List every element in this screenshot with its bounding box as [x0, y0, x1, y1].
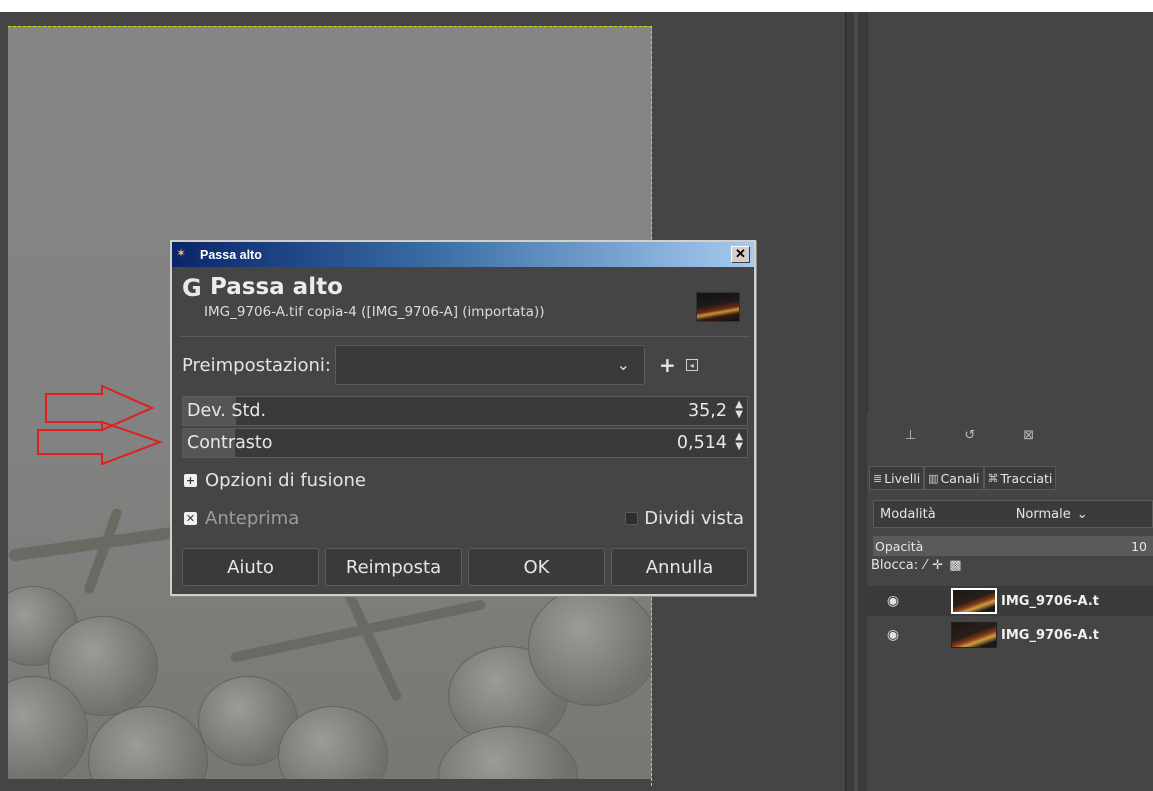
- checkbox-checked-icon: ✕: [184, 512, 197, 525]
- spin-arrows-icon[interactable]: ▲ ▼: [735, 432, 743, 452]
- vine-branch: [343, 589, 403, 703]
- presets-combo[interactable]: ⌄: [335, 345, 645, 385]
- dock-tabs: ≣ Livelli ▥ Canali ⌘ Tracciati: [869, 466, 1057, 490]
- preset-menu-icon[interactable]: ◂: [685, 359, 698, 371]
- presets-label: Preimpostazioni:: [182, 354, 331, 376]
- undo-icon[interactable]: ↺: [964, 428, 975, 443]
- split-view-label: Dividi vista: [644, 508, 744, 529]
- delete-icon[interactable]: ⊠: [1023, 428, 1034, 443]
- visibility-eye-icon[interactable]: ◉: [867, 593, 907, 609]
- tab-label: Livelli: [884, 470, 921, 486]
- paths-icon: ⌘: [987, 471, 999, 485]
- dock-divider[interactable]: [845, 12, 867, 791]
- mode-select[interactable]: Modalità Normale ⌄: [873, 500, 1153, 528]
- tab-layers[interactable]: ≣ Livelli: [869, 466, 925, 490]
- opacity-slider[interactable]: Opacità 10: [873, 536, 1153, 556]
- blend-options-label: Opzioni di fusione: [205, 470, 366, 491]
- dialog-buttons: Aiuto Reimposta OK Annulla: [182, 548, 748, 588]
- dock-toolbar: ⊥ ↺ ⊠: [867, 420, 1153, 450]
- opacity-value: 10: [1131, 538, 1147, 554]
- annotation-arrow: [45, 384, 155, 432]
- grape: [438, 726, 578, 779]
- opacity-label: Opacità: [875, 538, 924, 554]
- channels-icon: ▥: [928, 471, 939, 485]
- annotation-arrow: [37, 420, 163, 466]
- dialog-header: G Passa alto IMG_9706-A.tif copia-4 ([IM…: [180, 270, 750, 330]
- std-dev-spinscale[interactable]: Dev. Std. 35,2 ▲ ▼: [182, 396, 748, 426]
- contrast-label: Contrasto: [187, 433, 273, 453]
- annotation-arrows: [37, 384, 163, 466]
- mode-value: Normale: [1015, 506, 1071, 522]
- dialog-titlebar[interactable]: ✶ Passa alto ✕: [172, 242, 754, 267]
- layer-thumbnail: [951, 588, 997, 614]
- ok-button[interactable]: OK: [468, 548, 605, 586]
- spin-arrows-icon[interactable]: ▲ ▼: [735, 400, 743, 420]
- divider: [180, 336, 750, 337]
- image-thumbnail: [696, 292, 740, 322]
- preview-checkbox[interactable]: ✕ Anteprima: [184, 508, 299, 529]
- dialog-heading: Passa alto: [210, 274, 343, 300]
- grape: [88, 706, 208, 779]
- lock-alpha-icon[interactable]: ▩: [949, 558, 961, 573]
- layer-row[interactable]: ◉ IMG_9706-A.t: [867, 620, 1153, 650]
- preview-label: Anteprima: [205, 508, 300, 529]
- std-dev-value: 35,2: [688, 401, 727, 421]
- lock-position-icon[interactable]: ✛: [932, 558, 943, 573]
- vine-branch: [82, 507, 124, 595]
- lock-pixels-icon[interactable]: ⁄: [924, 558, 926, 573]
- lock-label: Blocca:: [871, 558, 919, 573]
- split-view-checkbox[interactable]: Dividi vista: [625, 508, 744, 529]
- tab-paths[interactable]: ⌘ Tracciati: [983, 466, 1057, 490]
- chevron-down-icon: ⌄: [616, 355, 630, 374]
- reset-button[interactable]: Reimposta: [325, 548, 462, 586]
- gegl-icon: G: [182, 274, 202, 302]
- layer-row[interactable]: ◉ IMG_9706-A.t: [867, 586, 1153, 616]
- contrast-value: 0,514: [676, 433, 727, 453]
- dock-upper-panel: [867, 12, 1153, 412]
- tab-label: Canali: [940, 470, 980, 486]
- tab-label: Tracciati: [1000, 470, 1053, 486]
- layers-dock: ⊥ ↺ ⊠ ≣ Livelli ▥ Canali ⌘ Tracciati Mod…: [867, 12, 1153, 791]
- dialog-subtitle: IMG_9706-A.tif copia-4 ([IMG_9706-A] (im…: [204, 304, 545, 320]
- layer-thumbnail: [951, 622, 997, 648]
- tab-channels[interactable]: ▥ Canali: [924, 466, 984, 490]
- anchor-icon[interactable]: ⊥: [905, 428, 916, 443]
- help-button[interactable]: Aiuto: [182, 548, 319, 586]
- close-button[interactable]: ✕: [731, 246, 750, 263]
- mode-label: Modalità: [880, 506, 936, 522]
- lock-row: Blocca: ⁄ ✛ ▩: [871, 558, 962, 573]
- gimp-wilber-icon: ✶: [176, 245, 187, 260]
- checkbox-unchecked-icon: [625, 512, 639, 525]
- blend-options-expander[interactable]: + Opzioni di fusione: [184, 470, 366, 491]
- top-strip: [0, 0, 1153, 12]
- presets-row: Preimpostazioni: ⌄ + ◂: [182, 344, 752, 386]
- window-title: Passa alto: [200, 247, 262, 262]
- layer-name: IMG_9706-A.t: [1001, 627, 1099, 643]
- high-pass-dialog: ✶ Passa alto ✕ G Passa alto IMG_9706-A.t…: [170, 240, 756, 596]
- contrast-spinscale[interactable]: Contrasto 0,514 ▲ ▼: [182, 428, 748, 458]
- expander-plus-icon: +: [184, 474, 197, 487]
- grape: [528, 586, 652, 706]
- std-dev-label: Dev. Std.: [187, 401, 267, 421]
- visibility-eye-icon[interactable]: ◉: [867, 627, 907, 643]
- add-preset-icon[interactable]: +: [659, 353, 676, 377]
- layers-icon: ≣: [873, 471, 883, 485]
- layer-name: IMG_9706-A.t: [1001, 593, 1099, 609]
- chevron-down-icon: ⌄: [1076, 506, 1088, 522]
- cancel-button[interactable]: Annulla: [611, 548, 748, 586]
